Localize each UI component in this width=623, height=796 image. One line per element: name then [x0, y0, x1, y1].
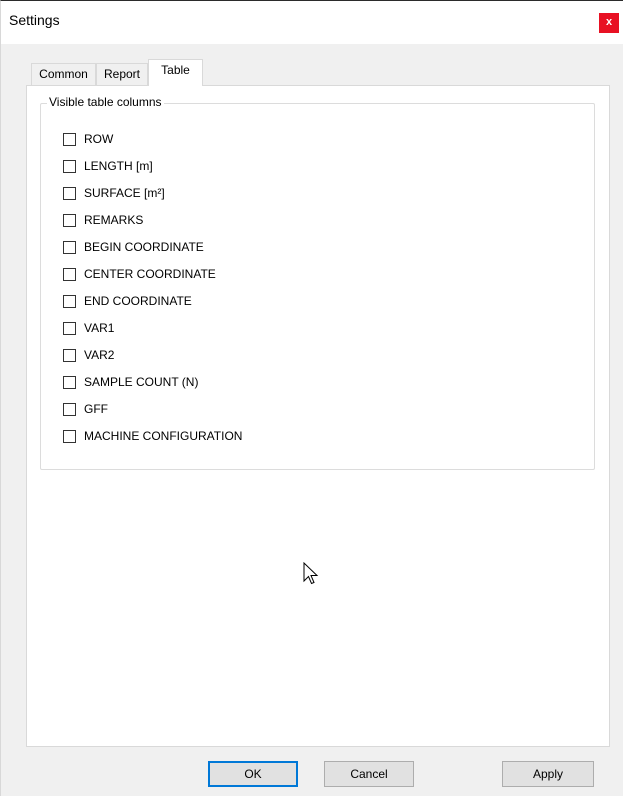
sample-count-label: SAMPLE COUNT (N) [84, 375, 199, 389]
length-label: LENGTH [m] [84, 159, 153, 173]
begin-coordinate-label: BEGIN COORDINATE [84, 240, 204, 254]
close-button[interactable]: x [599, 13, 619, 33]
tab-common[interactable]: Common [31, 63, 96, 85]
group-legend: Visible table columns [47, 95, 164, 109]
ok-button[interactable]: OK [208, 761, 298, 787]
surface-label: SURFACE [m²] [84, 186, 165, 200]
row-checkbox[interactable] [63, 132, 76, 146]
gff-checkbox[interactable] [63, 402, 76, 416]
tab-report[interactable]: Report [96, 63, 148, 85]
column-option-length[interactable]: LENGTH [m] [63, 158, 153, 174]
var1-checkbox[interactable] [63, 321, 76, 335]
remarks-checkbox[interactable] [63, 213, 76, 227]
column-option-var2[interactable]: VAR2 [63, 347, 114, 363]
visible-columns-group: Visible table columns ROW LENGTH [m] SUR… [40, 95, 595, 470]
row-label: ROW [84, 132, 114, 146]
end-coordinate-checkbox[interactable] [63, 294, 76, 308]
machine-configuration-checkbox[interactable] [63, 429, 76, 443]
var2-label: VAR2 [84, 348, 115, 362]
var1-label: VAR1 [84, 321, 115, 335]
column-option-row[interactable]: ROW [63, 131, 113, 147]
begin-coordinate-checkbox[interactable] [63, 240, 76, 254]
column-option-machine-configuration[interactable]: MACHINE CONFIGURATION [63, 428, 242, 444]
center-coordinate-checkbox[interactable] [63, 267, 76, 281]
column-option-sample-count[interactable]: SAMPLE COUNT (N) [63, 374, 198, 390]
apply-button[interactable]: Apply [502, 761, 594, 787]
window-title: Settings [9, 12, 60, 28]
settings-dialog: Settings x Common Report Table Visible t… [0, 0, 623, 796]
mouse-pointer-icon [303, 562, 319, 585]
title-bar[interactable]: Settings x [1, 1, 623, 44]
tab-table[interactable]: Table [148, 59, 203, 86]
column-option-center-coordinate[interactable]: CENTER COORDINATE [63, 266, 216, 282]
column-option-remarks[interactable]: REMARKS [63, 212, 143, 228]
sample-count-checkbox[interactable] [63, 375, 76, 389]
gff-label: GFF [84, 402, 108, 416]
length-checkbox[interactable] [63, 159, 76, 173]
column-option-surface[interactable]: SURFACE [m²] [63, 185, 165, 201]
column-option-begin-coordinate[interactable]: BEGIN COORDINATE [63, 239, 204, 255]
surface-checkbox[interactable] [63, 186, 76, 200]
column-option-end-coordinate[interactable]: END COORDINATE [63, 293, 192, 309]
close-icon: x [605, 16, 613, 28]
table-tab-panel: Visible table columns ROW LENGTH [m] SUR… [26, 85, 610, 747]
remarks-label: REMARKS [84, 213, 144, 227]
var2-checkbox[interactable] [63, 348, 76, 362]
cancel-button[interactable]: Cancel [324, 761, 414, 787]
machine-configuration-label: MACHINE CONFIGURATION [84, 429, 243, 443]
column-option-gff[interactable]: GFF [63, 401, 108, 417]
column-option-var1[interactable]: VAR1 [63, 320, 114, 336]
end-coordinate-label: END COORDINATE [84, 294, 192, 308]
center-coordinate-label: CENTER COORDINATE [84, 267, 216, 281]
